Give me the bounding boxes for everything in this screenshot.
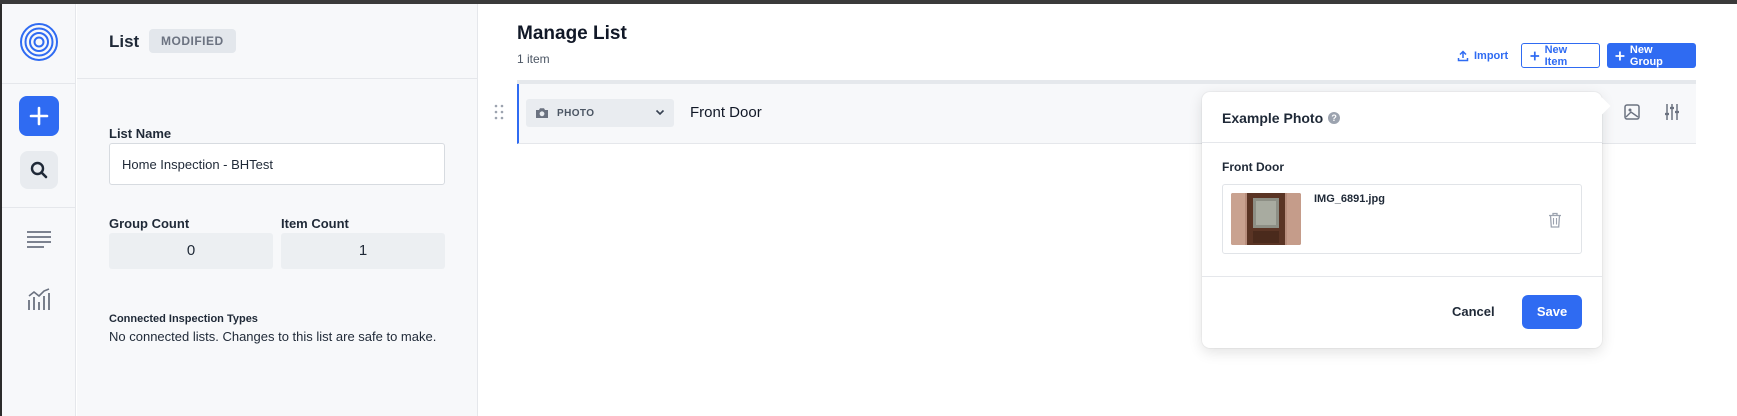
chevron-down-icon: [655, 109, 665, 116]
import-button[interactable]: Import: [1449, 43, 1516, 68]
item-count-label: Item Count: [281, 216, 349, 231]
group-count-label: Group Count: [109, 216, 190, 231]
cancel-button[interactable]: Cancel: [1452, 295, 1495, 329]
popover-divider: [1202, 142, 1602, 143]
item-title[interactable]: Front Door: [690, 104, 762, 121]
help-icon[interactable]: ?: [1328, 112, 1341, 124]
popover-divider: [1202, 276, 1602, 277]
item-count-value: 1: [281, 233, 445, 269]
search-icon: [30, 161, 48, 179]
list-icon[interactable]: [25, 229, 53, 253]
popover-title-text: Example Photo: [1222, 110, 1324, 126]
photo-thumbnail[interactable]: [1231, 193, 1301, 245]
add-button[interactable]: [19, 96, 59, 136]
plus-icon: [1615, 51, 1625, 60]
item-type-label: PHOTO: [557, 107, 595, 119]
new-item-label: New Item: [1544, 43, 1568, 68]
list-settings-panel: List MODIFIED List Name Group Count 0 It…: [77, 4, 478, 416]
popover-title: Example Photo ?: [1222, 110, 1341, 126]
plus-icon: [29, 106, 49, 126]
example-photo-popover: Example Photo ? Front Door IMG_6891.jpg …: [1202, 92, 1611, 348]
list-name-label: List Name: [109, 126, 172, 141]
plus-icon: [1530, 51, 1540, 60]
item-type-select[interactable]: PHOTO: [526, 99, 674, 127]
status-badge: MODIFIED: [149, 29, 236, 53]
panel-header: List MODIFIED: [77, 4, 477, 79]
item-count-subtitle: 1 item: [517, 52, 550, 66]
camera-icon: [536, 108, 548, 118]
photo-item-label: Front Door: [1222, 160, 1284, 174]
file-name: IMG_6891.jpg: [1314, 193, 1385, 205]
trash-icon[interactable]: [1548, 212, 1562, 228]
connected-types-title: Connected Inspection Types: [109, 313, 258, 325]
upload-icon: [1457, 49, 1469, 61]
import-label: Import: [1474, 49, 1509, 62]
rail-divider: [2, 83, 76, 84]
list-name-input[interactable]: [109, 143, 445, 185]
sliders-icon[interactable]: [1662, 102, 1682, 122]
save-button[interactable]: Save: [1522, 295, 1582, 329]
search-button[interactable]: [20, 151, 58, 189]
photo-attachment: IMG_6891.jpg: [1222, 184, 1582, 254]
group-count-value: 0: [109, 233, 273, 269]
new-group-label: New Group: [1629, 43, 1663, 68]
panel-title: List: [109, 32, 140, 51]
new-item-button[interactable]: New Item: [1521, 43, 1600, 68]
drag-handle-icon[interactable]: [493, 104, 505, 120]
chart-icon[interactable]: [26, 286, 52, 312]
logo-icon[interactable]: [19, 22, 59, 62]
nav-rail: [2, 4, 76, 416]
page-title: Manage List: [517, 23, 627, 44]
new-group-button[interactable]: New Group: [1607, 43, 1696, 68]
rail-divider: [2, 207, 76, 208]
image-settings-icon[interactable]: [1622, 102, 1642, 122]
connected-types-text: No connected lists. Changes to this list…: [109, 329, 437, 344]
